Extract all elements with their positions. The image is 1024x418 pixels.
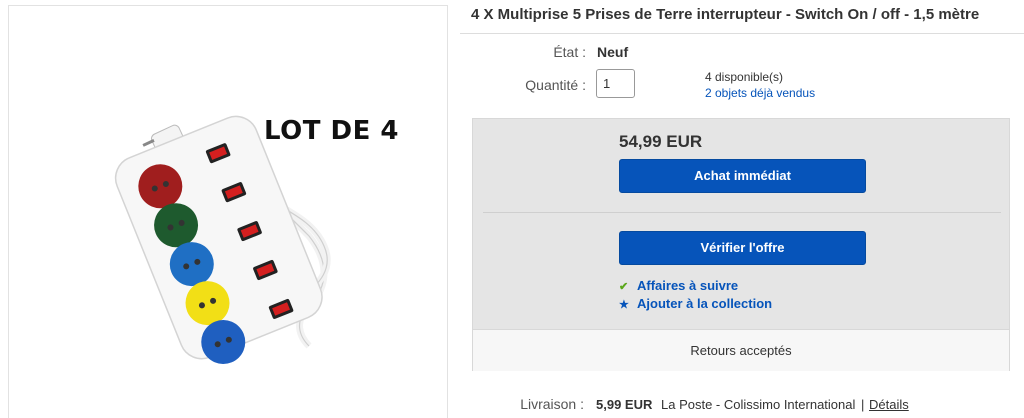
shipping-separator: | xyxy=(861,397,865,412)
shipping-carrier: La Poste - Colissimo International xyxy=(661,397,856,412)
check-icon: ✔ xyxy=(619,281,629,293)
collection-label: Ajouter à la collection xyxy=(637,296,773,311)
shipping-details-link[interactable]: Détails xyxy=(869,397,909,412)
lot-label: LOT DE 4 xyxy=(264,116,400,146)
product-title: 4 X Multiprise 5 Prises de Terre interru… xyxy=(471,6,980,23)
product-image[interactable]: LOT DE 4 xyxy=(8,5,448,418)
condition-label: État : xyxy=(553,44,586,60)
quantity-label: Quantité : xyxy=(525,77,586,93)
sold-count-link[interactable]: 2 objets déjà vendus xyxy=(705,86,815,100)
buy-box-divider xyxy=(483,212,1001,213)
watch-link[interactable]: ✔ Affaires à suivre xyxy=(619,278,738,293)
condition-value: Neuf xyxy=(597,44,629,60)
watch-label: Affaires à suivre xyxy=(637,278,739,293)
returns-banner: Retours acceptés xyxy=(473,329,1009,371)
title-divider xyxy=(460,33,1024,34)
see-offer-button[interactable]: Vérifier l'offre xyxy=(619,231,866,265)
buy-now-button[interactable]: Achat immédiat xyxy=(619,159,866,193)
shipping-label: Livraison : xyxy=(520,396,584,412)
quantity-input[interactable] xyxy=(596,69,635,98)
buy-box: 54,99 EUR Achat immédiat Vérifier l'offr… xyxy=(472,118,1010,371)
star-icon: ★ xyxy=(619,299,629,311)
shipping-price: 5,99 EUR xyxy=(596,397,653,412)
power-strip-illustration xyxy=(114,115,331,365)
available-count: 4 disponible(s) xyxy=(705,70,784,84)
price: 54,99 EUR xyxy=(619,132,703,151)
add-to-collection-link[interactable]: ★ Ajouter à la collection xyxy=(619,296,772,311)
